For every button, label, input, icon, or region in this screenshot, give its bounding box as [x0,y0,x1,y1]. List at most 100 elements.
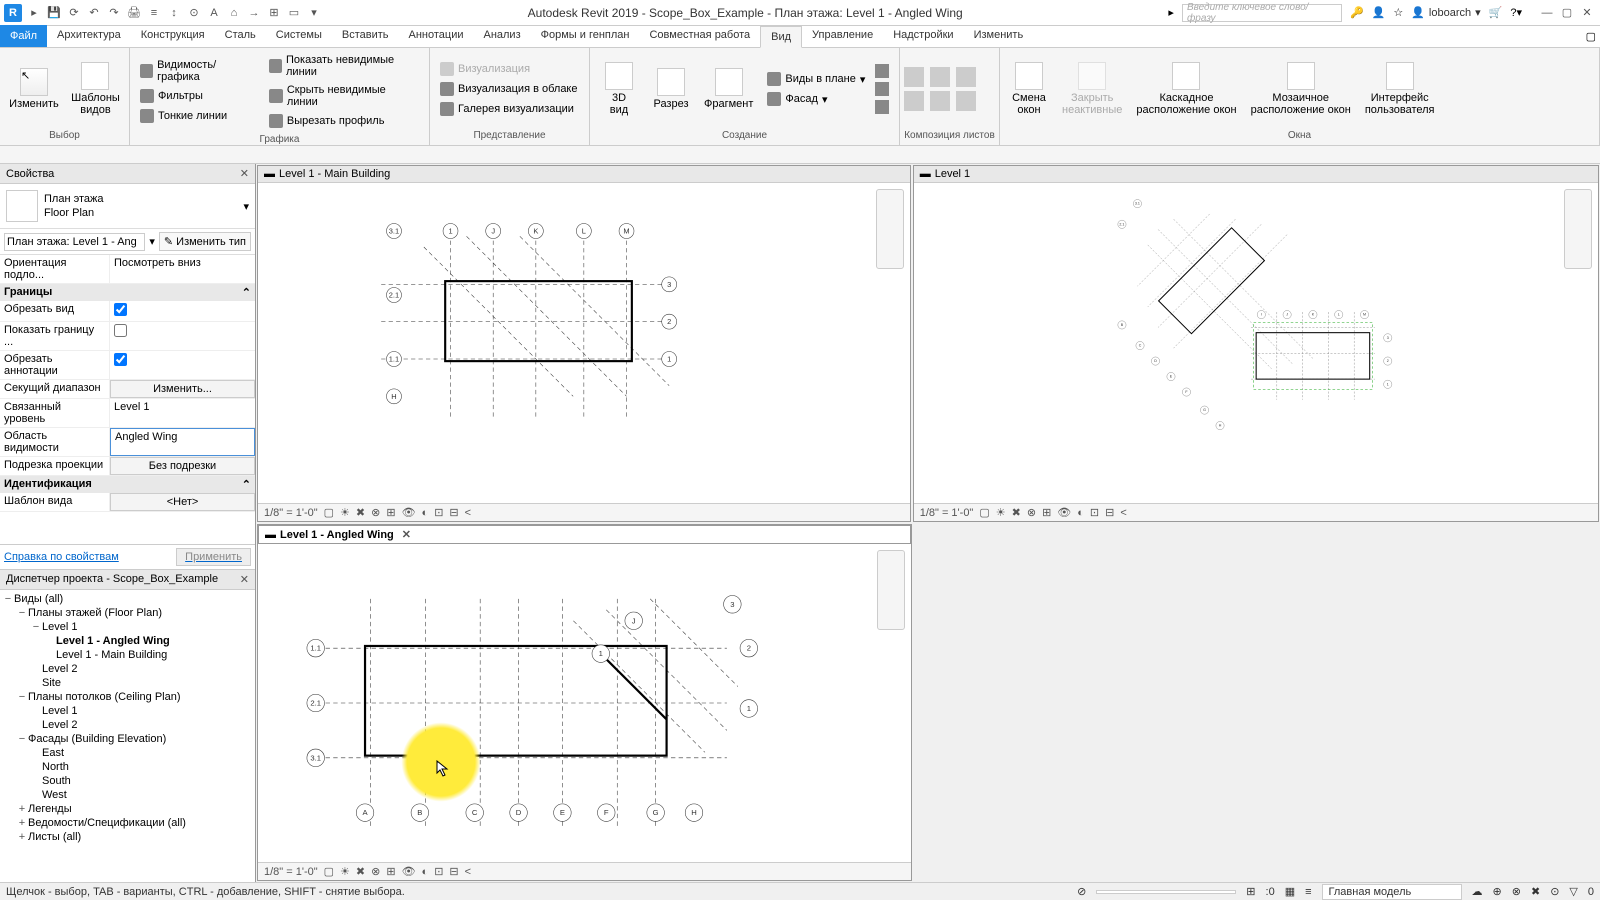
instance-combo[interactable]: План этажа: Level 1 - Ang [4,233,145,251]
key-icon[interactable]: 🔑 [1350,6,1364,19]
ribbon-tab[interactable]: Вид [760,26,802,48]
ribbon-collapse-icon[interactable]: ▢ [1582,26,1600,47]
sync-icon[interactable]: ⟳ [66,5,82,21]
plan-views-button[interactable]: Виды в плане ▾ [763,70,869,88]
user-menu[interactable]: 👤loboarch▾ [1411,6,1480,19]
arrow-icon[interactable]: → [246,5,262,21]
status-icon[interactable]: ⊕ [1493,885,1502,898]
tree-item[interactable]: −Планы потолков (Ceiling Plan) [2,690,253,704]
ribbon-tab[interactable]: Совместная работа [639,25,760,47]
more-icon[interactable]: ▾ [306,5,322,21]
project-browser-tree[interactable]: −Виды (all)−Планы этажей (Floor Plan)−Le… [0,590,255,883]
star-icon[interactable]: ☆ [1393,6,1403,19]
model-combo[interactable]: Главная модель [1322,884,1462,900]
info-icon[interactable]: ▸ [1168,6,1174,19]
undo-icon[interactable]: ↶ [86,5,102,21]
render-gallery-button[interactable]: Галерея визуализации [436,100,582,118]
status-icon[interactable]: ☁ [1472,885,1483,898]
chevron-down-icon[interactable]: ▾ [243,200,249,213]
sheet-icon[interactable] [956,67,976,87]
tag-icon[interactable]: ⊙ [186,5,202,21]
view-control-bar[interactable]: 1/8" = 1'-0"▢☀✖⊗⊞👁◐⊡⊟< [258,503,910,521]
text-icon[interactable]: A [206,5,222,21]
dim-icon[interactable]: ↕ [166,5,182,21]
nav-cube[interactable] [877,550,905,630]
tree-item[interactable]: Level 2 [2,718,253,732]
person-icon[interactable]: 👤 [1372,6,1386,19]
close-button[interactable]: ✕ [1578,6,1596,20]
tree-item[interactable]: −Планы этажей (Floor Plan) [2,606,253,620]
elevation-button[interactable]: Фасад ▾ [763,90,869,108]
properties-help-link[interactable]: Справка по свойствам [4,551,119,563]
split-icon[interactable]: ⊞ [266,5,282,21]
tree-item[interactable]: Level 1 - Angled Wing [2,634,253,648]
view-angled-wing[interactable]: ▬Level 1 - Angled Wing✕ 1.1 2.1 3.1 [257,524,912,881]
tree-item[interactable]: +Листы (all) [2,830,253,844]
close-inactive-button[interactable]: Закрыть неактивные [1056,60,1128,118]
tree-item[interactable]: East [2,746,253,760]
save-icon[interactable]: 💾 [46,5,62,21]
sheet-icon[interactable] [904,91,924,111]
status-icon[interactable]: ⊗ [1512,885,1521,898]
nav-cube[interactable] [876,189,904,269]
visibility-button[interactable]: Видимость/ графика [136,57,259,85]
status-icon[interactable]: ▦ [1285,885,1295,898]
sheet-icon[interactable] [956,91,976,111]
properties-grid[interactable]: Ориентация подло...Посмотреть внизГраниц… [0,255,255,544]
show-hidden-button[interactable]: Показать невидимые линии [265,52,423,80]
type-selector[interactable]: План этажаFloor Plan ▾ [0,184,255,229]
ribbon-tab[interactable]: Анализ [473,25,530,47]
ribbon-tab[interactable]: Управление [802,25,883,47]
thin-lines-button[interactable]: Тонкие линии [136,107,259,125]
view-control-bar[interactable]: 1/8" = 1'-0"▢☀✖⊗⊞👁◐⊡⊟< [914,503,1598,521]
ribbon-tab[interactable]: Надстройки [883,25,963,47]
ribbon-tab[interactable]: Конструкция [131,25,215,47]
sheet-icon[interactable] [930,67,950,87]
apply-button[interactable]: Применить [176,548,251,566]
filter-icon[interactable]: ▽ [1569,885,1577,898]
3d-view-button[interactable]: 3D вид [594,60,644,118]
ribbon-tab[interactable]: Аннотации [399,25,474,47]
sheet-icon[interactable] [904,67,924,87]
status-icon[interactable]: ≡ [1305,886,1311,898]
home-icon[interactable]: ⌂ [226,5,242,21]
edit-type-button[interactable]: ✎ Изменить тип [159,232,251,251]
ui-button[interactable]: Интерфейс пользователя [1359,60,1441,118]
cart-icon[interactable]: 🛒 [1489,6,1503,19]
tree-item[interactable]: Level 1 [2,704,253,718]
tree-item[interactable]: Level 1 - Main Building [2,648,253,662]
file-tab[interactable]: Файл [0,25,47,47]
render-cloud-button[interactable]: Визуализация в облаке [436,80,582,98]
modify-button[interactable]: ↖Изменить [4,66,64,112]
status-icon[interactable]: ⊞ [1246,885,1255,898]
close-icon[interactable]: ✕ [240,573,249,586]
ribbon-tab[interactable]: Изменить [964,25,1034,47]
view-level-1[interactable]: ▬Level 1 3.1 2.1 B [913,165,1599,522]
switch-windows-button[interactable]: Смена окон [1004,60,1054,118]
tree-item[interactable]: Site [2,676,253,690]
quick-access-toolbar[interactable]: ▸ 💾 ⟳ ↶ ↷ 🖨 ≡ ↕ ⊙ A ⌂ → ⊞ ▭ ▾ [26,5,322,21]
hide-hidden-button[interactable]: Скрыть невидимые линии [265,82,423,110]
sheet-icon[interactable] [930,91,950,111]
close-icon[interactable]: ✕ [240,167,249,180]
tree-item[interactable]: Level 2 [2,662,253,676]
measure-icon[interactable]: ≡ [146,5,162,21]
cascade-button[interactable]: Каскадное расположение окон [1130,60,1242,118]
redo-icon[interactable]: ↷ [106,5,122,21]
help-icon[interactable]: ?▾ [1510,6,1522,19]
tree-item[interactable]: +Легенды [2,802,253,816]
minimize-button[interactable]: — [1538,6,1556,20]
close-icon[interactable]: ✕ [402,528,411,541]
status-icon[interactable]: ✖ [1531,885,1540,898]
ribbon-tab[interactable]: Архитектура [47,25,131,47]
nav-cube[interactable] [1564,189,1592,269]
tree-item[interactable]: +Ведомости/Спецификации (all) [2,816,253,830]
status-icon[interactable]: ⊘ [1077,885,1086,898]
ribbon-tab[interactable]: Формы и генплан [531,25,640,47]
tree-item[interactable]: North [2,760,253,774]
cut-profile-button[interactable]: Вырезать профиль [265,112,423,130]
switch-icon[interactable]: ▭ [286,5,302,21]
ribbon-tab[interactable]: Системы [266,25,332,47]
ribbon-tab[interactable]: Сталь [215,25,266,47]
view-templates-button[interactable]: Шаблоны видов [66,60,125,118]
